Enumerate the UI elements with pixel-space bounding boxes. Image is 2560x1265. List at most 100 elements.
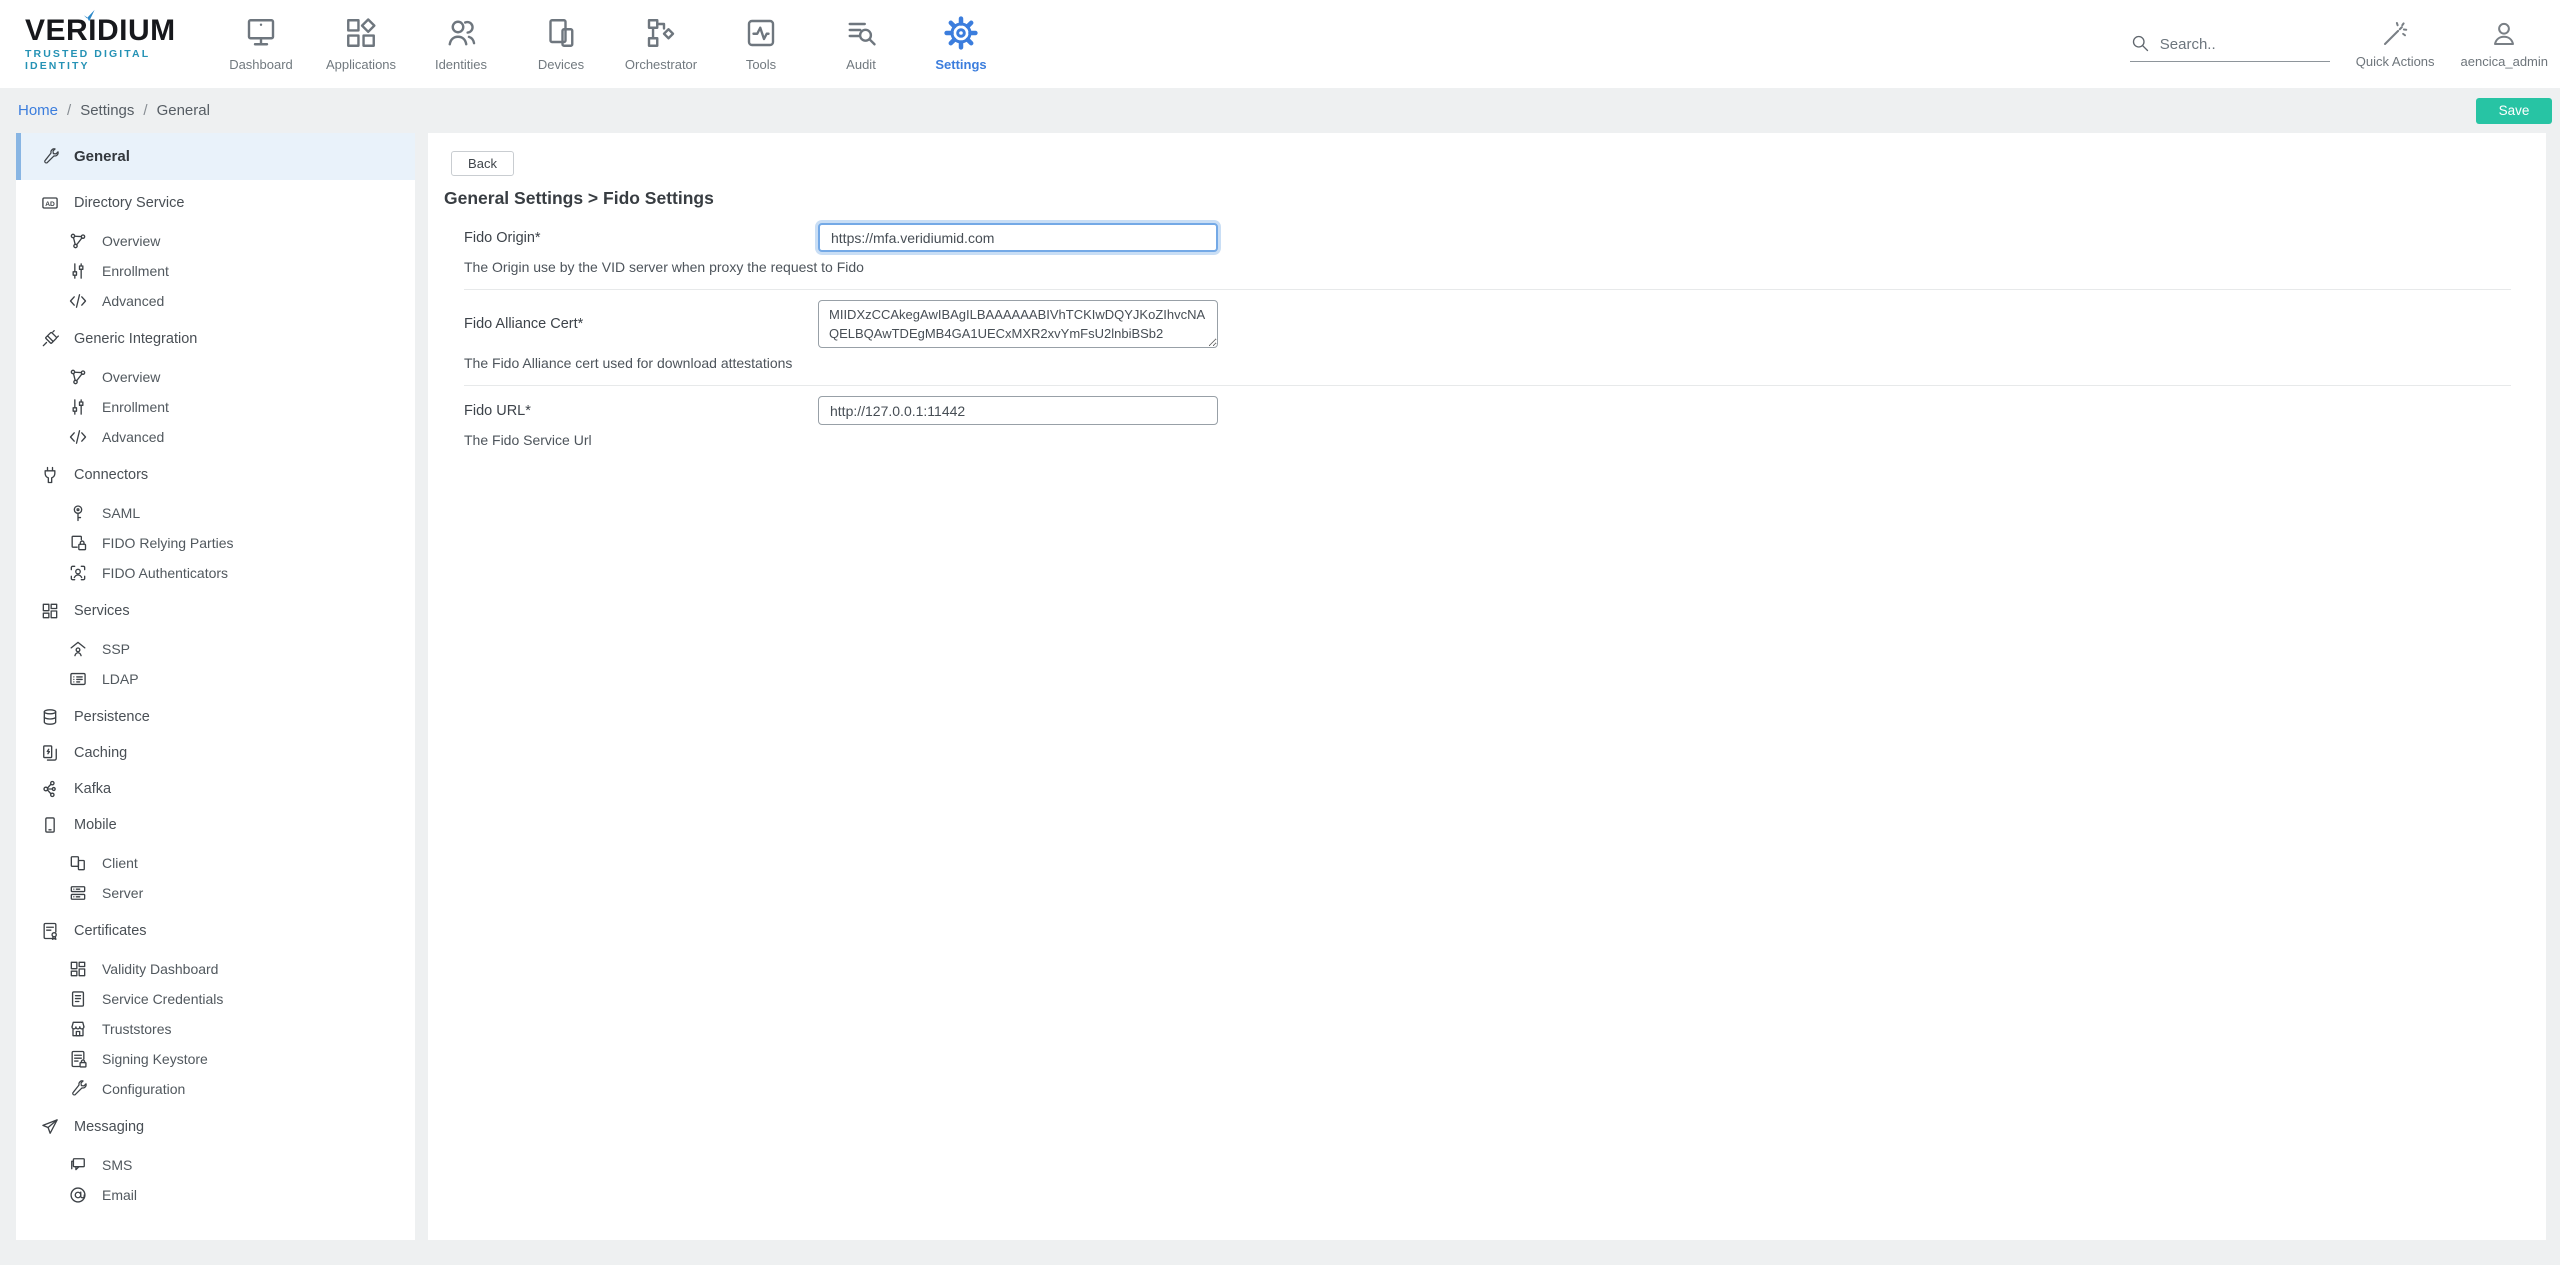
sidebar-item-advanced[interactable]: Advanced xyxy=(16,286,415,316)
sidebar-item-certificates[interactable]: Certificates xyxy=(16,918,415,944)
plug-icon xyxy=(40,329,60,349)
breadcrumb-item-settings: Settings xyxy=(80,102,134,119)
sidebar-item-generic-integration[interactable]: Generic Integration xyxy=(16,326,415,352)
sidebar-item-fido-authenticators[interactable]: FIDO Authenticators xyxy=(16,558,415,588)
sidebar-item-server[interactable]: Server xyxy=(16,878,415,908)
sidebar-item-saml[interactable]: SAML xyxy=(16,498,415,528)
nodes-icon xyxy=(68,231,88,251)
sidebar-item-directory-service[interactable]: ADDirectory Service xyxy=(16,190,415,216)
document-lock-icon xyxy=(68,1049,88,1069)
sidebar-item-label: Validity Dashboard xyxy=(102,961,218,977)
sidebar-item-messaging[interactable]: Messaging xyxy=(16,1114,415,1140)
sidebar-item-validity-dashboard[interactable]: Validity Dashboard xyxy=(16,954,415,984)
sidebar-item-label: FIDO Relying Parties xyxy=(102,535,233,551)
sidebar-item-client[interactable]: Client xyxy=(16,848,415,878)
sidebar-item-label: Advanced xyxy=(102,429,164,445)
sidebar-item-label: Signing Keystore xyxy=(102,1051,208,1067)
power-plug-icon xyxy=(40,465,60,485)
sidebar-item-mobile[interactable]: Mobile xyxy=(16,812,415,838)
fido-origin-input[interactable] xyxy=(818,223,1218,252)
sidebar-item-label: Certificates xyxy=(74,923,147,939)
brand-logo[interactable]: VERIDIUM TRUSTED DIGITAL IDENTITY xyxy=(25,0,193,88)
applications-icon xyxy=(343,15,379,51)
check-icon xyxy=(81,8,99,24)
nav-item-audit[interactable]: Audit xyxy=(811,0,911,88)
breadcrumb-item-home[interactable]: Home xyxy=(18,102,58,119)
at-icon xyxy=(68,1185,88,1205)
ad-badge-icon: AD xyxy=(40,193,60,213)
sidebar-item-label: SMS xyxy=(102,1157,132,1173)
sidebar-item-label: Mobile xyxy=(74,817,117,833)
nav-label: Dashboard xyxy=(229,57,293,72)
sidebar: GeneralADDirectory ServiceOverviewEnroll… xyxy=(16,133,415,1240)
quick-actions-label: Quick Actions xyxy=(2356,54,2435,69)
sidebar-item-label: Enrollment xyxy=(102,399,169,415)
back-button[interactable]: Back xyxy=(451,151,514,176)
nav-label: Audit xyxy=(846,57,876,72)
sidebar-item-signing-keystore[interactable]: Signing Keystore xyxy=(16,1044,415,1074)
quick-actions-button[interactable]: Quick Actions xyxy=(2356,19,2435,69)
svg-text:AD: AD xyxy=(45,201,55,208)
search-icon[interactable] xyxy=(2130,33,2150,53)
fido-alliance-cert-input[interactable] xyxy=(818,300,1218,348)
sidebar-item-truststores[interactable]: Truststores xyxy=(16,1014,415,1044)
sidebar-item-persistence[interactable]: Persistence xyxy=(16,704,415,730)
fido-url-input[interactable] xyxy=(818,396,1218,425)
sidebar-item-enrollment[interactable]: Enrollment xyxy=(16,392,415,422)
topbar: VERIDIUM TRUSTED DIGITAL IDENTITY Dashbo… xyxy=(0,0,2560,88)
code-icon xyxy=(68,427,88,447)
devices-icon xyxy=(543,15,579,51)
breadcrumb-separator: / xyxy=(67,102,71,119)
topbar-right: Quick Actions aencica_admin xyxy=(2130,0,2560,88)
nav-item-dashboard[interactable]: Dashboard xyxy=(211,0,311,88)
sidebar-item-label: SSP xyxy=(102,641,130,657)
sidebar-item-label: LDAP xyxy=(102,671,139,687)
sidebar-item-caching[interactable]: Caching xyxy=(16,740,415,766)
code-icon xyxy=(68,291,88,311)
sidebar-item-label: Messaging xyxy=(74,1119,144,1135)
sidebar-item-services[interactable]: Services xyxy=(16,598,415,624)
nav-item-settings[interactable]: Settings xyxy=(911,0,1011,88)
sidebar-item-sms[interactable]: SMS xyxy=(16,1150,415,1180)
sidebar-item-advanced[interactable]: Advanced xyxy=(16,422,415,452)
sidebar-item-ssp[interactable]: SSP xyxy=(16,634,415,664)
search-input[interactable] xyxy=(2160,36,2310,53)
settings-form: Fido Origin*The Origin use by the VID se… xyxy=(464,213,2511,462)
content-area: GeneralADDirectory ServiceOverviewEnroll… xyxy=(0,133,2560,1240)
main-panel: Back General Settings > Fido Settings Fi… xyxy=(428,133,2546,1240)
sidebar-item-connectors[interactable]: Connectors xyxy=(16,462,415,488)
sidebar-item-overview[interactable]: Overview xyxy=(16,362,415,392)
brand-tagline: TRUSTED DIGITAL IDENTITY xyxy=(25,48,193,72)
sidebar-item-enrollment[interactable]: Enrollment xyxy=(16,256,415,286)
sidebar-item-general[interactable]: General xyxy=(16,133,415,180)
nav-item-applications[interactable]: Applications xyxy=(311,0,411,88)
nav-label: Identities xyxy=(435,57,487,72)
save-button[interactable]: Save xyxy=(2476,98,2552,124)
nav-label: Applications xyxy=(326,57,396,72)
sidebar-item-fido-relying-parties[interactable]: FIDO Relying Parties xyxy=(16,528,415,558)
send-icon xyxy=(40,1117,60,1137)
sidebar-item-label: Email xyxy=(102,1187,137,1203)
user-menu[interactable]: aencica_admin xyxy=(2461,19,2548,69)
nav-item-identities[interactable]: Identities xyxy=(411,0,511,88)
address-card-icon xyxy=(68,669,88,689)
tools-icon xyxy=(743,15,779,51)
sidebar-item-overview[interactable]: Overview xyxy=(16,226,415,256)
sidebar-item-label: Truststores xyxy=(102,1021,172,1037)
nav-item-orchestrator[interactable]: Orchestrator xyxy=(611,0,711,88)
mobile-icon xyxy=(40,815,60,835)
nodes-icon xyxy=(68,367,88,387)
sidebar-item-kafka[interactable]: Kafka xyxy=(16,776,415,802)
breadcrumb: Home/Settings/General xyxy=(18,102,210,119)
sliders-icon xyxy=(68,261,88,281)
nav-item-devices[interactable]: Devices xyxy=(511,0,611,88)
sidebar-item-service-credentials[interactable]: Service Credentials xyxy=(16,984,415,1014)
sidebar-item-email[interactable]: Email xyxy=(16,1180,415,1210)
sidebar-item-label: Server xyxy=(102,885,143,901)
sidebar-item-ldap[interactable]: LDAP xyxy=(16,664,415,694)
user-icon xyxy=(2489,19,2519,49)
sidebar-item-configuration[interactable]: Configuration xyxy=(16,1074,415,1104)
fido-alliance-cert-label: Fido Alliance Cert* xyxy=(464,316,818,332)
fido-alliance-cert-description: The Fido Alliance cert used for download… xyxy=(464,355,1218,371)
nav-item-tools[interactable]: Tools xyxy=(711,0,811,88)
